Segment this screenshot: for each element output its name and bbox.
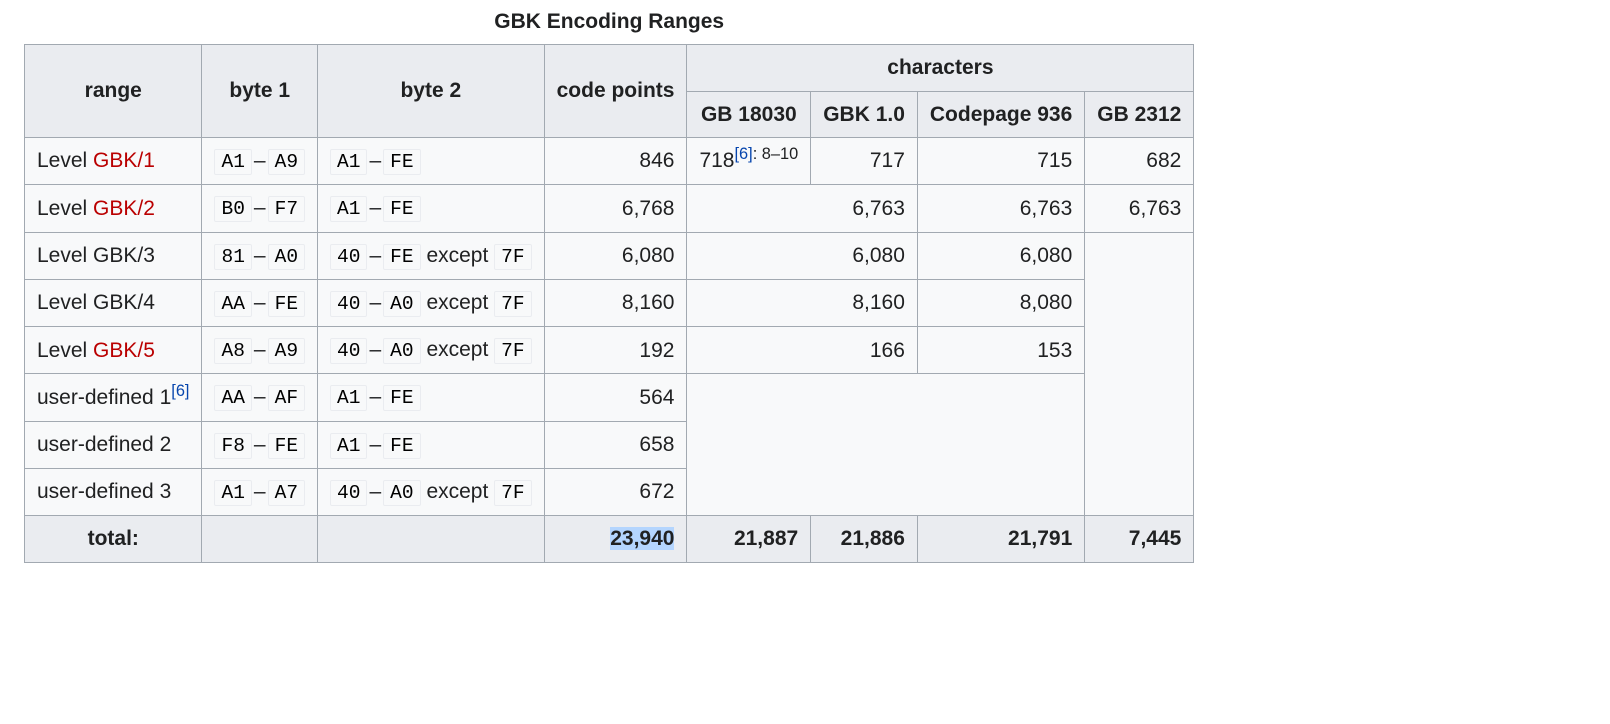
total-byte1 bbox=[202, 516, 318, 563]
table-row: Level GBK/5 A8–A9 40–A0 except 7F 192 16… bbox=[25, 327, 1194, 374]
codepoints-cell: 658 bbox=[544, 421, 687, 468]
cp936-cell: 6,080 bbox=[917, 232, 1084, 279]
ref-6-link[interactable]: [6] bbox=[735, 145, 753, 163]
byte2-cell: A1–FE bbox=[318, 185, 545, 232]
empty-chars-cell bbox=[687, 374, 1085, 516]
byte1-cell: A8–A9 bbox=[202, 327, 318, 374]
gbk10-cell: 6,080 bbox=[687, 232, 917, 279]
total-gbk10: 21,886 bbox=[811, 516, 918, 563]
gb2312-cell: 682 bbox=[1085, 138, 1194, 185]
cp936-cell: 153 bbox=[917, 327, 1084, 374]
gbk-encoding-table: GBK Encoding Ranges range byte 1 byte 2 … bbox=[24, 6, 1194, 563]
gbk10-cell: 6,763 bbox=[687, 185, 917, 232]
gb2312-cell: 6,763 bbox=[1085, 185, 1194, 232]
col-byte1: byte 1 bbox=[202, 45, 318, 138]
table-row: Level GBK/3 81–A0 40–FE except 7F 6,080 … bbox=[25, 232, 1194, 279]
codepoints-cell: 846 bbox=[544, 138, 687, 185]
col-gb2312: GB 2312 bbox=[1085, 91, 1194, 138]
col-code-points: code points bbox=[544, 45, 687, 138]
codepoints-cell: 672 bbox=[544, 469, 687, 516]
gb18030-cell: 718[6]: 8–10 bbox=[687, 138, 811, 185]
col-characters: characters bbox=[687, 45, 1194, 92]
ref-6-link[interactable]: [6] bbox=[171, 382, 189, 400]
codepoints-cell: 8,160 bbox=[544, 279, 687, 326]
total-gb18030: 21,887 bbox=[687, 516, 811, 563]
col-gb18030: GB 18030 bbox=[687, 91, 811, 138]
gbk10-cell: 8,160 bbox=[687, 279, 917, 326]
range-cell: Level GBK/2 bbox=[25, 185, 202, 232]
byte1-cell: B0–F7 bbox=[202, 185, 318, 232]
col-range: range bbox=[25, 45, 202, 138]
range-cell: Level GBK/1 bbox=[25, 138, 202, 185]
table-row: Level GBK/1 A1–A9 A1–FE 846 718[6]: 8–10… bbox=[25, 138, 1194, 185]
col-cp936: Codepage 936 bbox=[917, 91, 1084, 138]
codepoints-cell: 6,080 bbox=[544, 232, 687, 279]
gbk10-cell: 717 bbox=[811, 138, 918, 185]
byte2-cell: 40–FE except 7F bbox=[318, 232, 545, 279]
range-cell: Level GBK/3 bbox=[25, 232, 202, 279]
range-cell: user-defined 2 bbox=[25, 421, 202, 468]
cp936-cell: 8,080 bbox=[917, 279, 1084, 326]
table-caption: GBK Encoding Ranges bbox=[24, 6, 1194, 44]
byte2-cell: 40–A0 except 7F bbox=[318, 469, 545, 516]
byte1-cell: AA–FE bbox=[202, 279, 318, 326]
total-byte2 bbox=[318, 516, 545, 563]
table-row: Level GBK/4 AA–FE 40–A0 except 7F 8,160 … bbox=[25, 279, 1194, 326]
total-gb2312: 7,445 bbox=[1085, 516, 1194, 563]
table-row: Level GBK/2 B0–F7 A1–FE 6,768 6,763 6,76… bbox=[25, 185, 1194, 232]
byte2-cell: A1–FE bbox=[318, 374, 545, 421]
byte2-cell: A1–FE bbox=[318, 421, 545, 468]
byte1-cell: 81–A0 bbox=[202, 232, 318, 279]
col-gbk10: GBK 1.0 bbox=[811, 91, 918, 138]
header-row-1: range byte 1 byte 2 code points characte… bbox=[25, 45, 1194, 92]
gbk10-cell: 166 bbox=[687, 327, 917, 374]
gb2312-empty-cell bbox=[1085, 232, 1194, 516]
byte2-cell: A1–FE bbox=[318, 138, 545, 185]
total-label: total: bbox=[25, 516, 202, 563]
col-byte2: byte 2 bbox=[318, 45, 545, 138]
codepoints-cell: 6,768 bbox=[544, 185, 687, 232]
byte1-cell: AA–AF bbox=[202, 374, 318, 421]
codepoints-cell: 192 bbox=[544, 327, 687, 374]
totals-row: total: 23,940 21,887 21,886 21,791 7,445 bbox=[25, 516, 1194, 563]
byte1-cell: A1–A7 bbox=[202, 469, 318, 516]
codepoints-cell: 564 bbox=[544, 374, 687, 421]
cp936-cell: 715 bbox=[917, 138, 1084, 185]
range-cell: user-defined 1[6] bbox=[25, 374, 202, 421]
byte1-cell: A1–A9 bbox=[202, 138, 318, 185]
total-cp936: 21,791 bbox=[917, 516, 1084, 563]
table-row: user-defined 1[6] AA–AF A1–FE 564 bbox=[25, 374, 1194, 421]
byte2-cell: 40–A0 except 7F bbox=[318, 327, 545, 374]
gbk1-link[interactable]: GBK/1 bbox=[93, 149, 155, 172]
range-cell: user-defined 3 bbox=[25, 469, 202, 516]
range-cell: Level GBK/5 bbox=[25, 327, 202, 374]
cp936-cell: 6,763 bbox=[917, 185, 1084, 232]
gbk2-link[interactable]: GBK/2 bbox=[93, 197, 155, 220]
byte1-cell: F8–FE bbox=[202, 421, 318, 468]
range-cell: Level GBK/4 bbox=[25, 279, 202, 326]
byte2-cell: 40–A0 except 7F bbox=[318, 279, 545, 326]
gbk5-link[interactable]: GBK/5 bbox=[93, 339, 155, 362]
total-codepoints: 23,940 bbox=[544, 516, 687, 563]
